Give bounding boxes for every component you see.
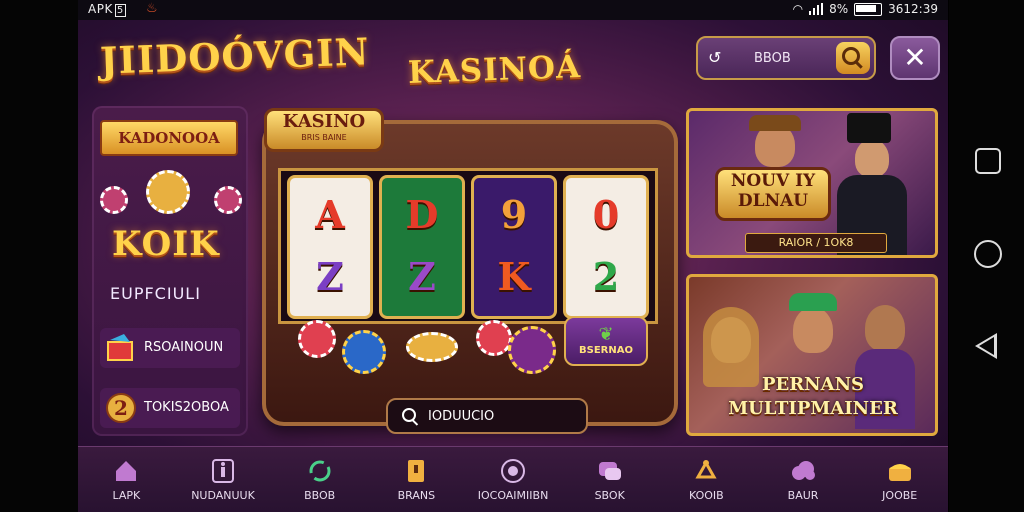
- left-bezel: [0, 0, 78, 512]
- refresh-icon: [309, 460, 331, 482]
- reel-3: 9 K: [471, 175, 557, 319]
- promo-panel: KADONOOA KOIK EUPFCIULI RSOAINOUN 2 TOKI…: [92, 106, 248, 436]
- reel-1: A Z: [287, 175, 373, 319]
- promo-badge[interactable]: KADONOOA: [100, 120, 238, 156]
- promo-row-1-label: RSOAINOUN: [144, 340, 224, 355]
- nav-label: KOOIB: [689, 489, 724, 502]
- back-arrow-icon[interactable]: ↺: [708, 48, 721, 67]
- battery-percent: 8%: [829, 2, 849, 16]
- search-icon: [842, 47, 860, 65]
- nav-label: JOOBE: [882, 489, 918, 502]
- slot-sign-sub: BRIS BAINE: [301, 133, 347, 142]
- game-card-1[interactable]: NOUV IY DLNAU RAIOR / 1OK8: [686, 108, 938, 258]
- nav-item-kooib[interactable]: KOOIB: [658, 447, 755, 512]
- leaf-icon: ❦: [598, 324, 614, 345]
- reel-3-symbol-bottom: K: [497, 254, 531, 299]
- promo-sub-label: EUPFCIULI: [110, 284, 201, 303]
- nav-item-brans[interactable]: BRANS: [368, 447, 465, 512]
- host-figure: [855, 139, 889, 177]
- fire-icon: ♨: [146, 1, 158, 16]
- search-icon: [402, 408, 416, 422]
- nav-label: BBOB: [304, 489, 336, 502]
- status-bar: APK 5 ♨ ◠ 8% 3612:39: [78, 0, 948, 20]
- reel-4-symbol-bottom: 2: [592, 254, 620, 299]
- bottom-nav: LAPK NUDANUUK BBOB BRANS IOCOAIMIIBN SBO…: [78, 446, 948, 512]
- nav-item-joobe[interactable]: JOOBE: [851, 447, 948, 512]
- wifi-icon: ◠: [792, 2, 804, 16]
- nav-label: LAPK: [112, 489, 141, 502]
- slot-sign: KASINO BRIS BAINE: [264, 108, 384, 152]
- app-logo: JIIDOÓVGIN: [99, 29, 371, 83]
- search-bar[interactable]: ↺ BBOB: [696, 36, 876, 80]
- card-1-title: NOUV IY DLNAU: [730, 171, 816, 211]
- nav-item-baur[interactable]: BAUR: [755, 447, 852, 512]
- nav-item-sbok[interactable]: SBOK: [561, 447, 658, 512]
- network-icon: [695, 459, 717, 479]
- game-card-2[interactable]: PERNANS MULTIPMAINER: [686, 274, 938, 436]
- reel-2: D Z: [379, 175, 465, 319]
- slot-sign-title: KASINO: [282, 111, 366, 132]
- promo-row-1[interactable]: RSOAINOUN: [100, 328, 240, 368]
- info-icon: [212, 459, 234, 483]
- clock: 3612:39: [888, 2, 938, 16]
- nav-item-nudanuuk[interactable]: NUDANUUK: [175, 447, 272, 512]
- card-2-title: PERNANS MULTIPMAINER: [728, 374, 898, 419]
- nav-label: BRANS: [397, 489, 436, 502]
- search-input[interactable]: BBOB: [754, 51, 791, 66]
- reel-1-symbol-bottom: Z: [316, 254, 344, 299]
- document-icon: [408, 460, 425, 482]
- svg-text:2: 2: [114, 396, 128, 420]
- battery-icon: [854, 2, 883, 16]
- card-1-subtitle: RAIOR / 1OK8: [745, 233, 887, 253]
- top-hat: [847, 113, 891, 143]
- promo-row-2-label: TOKIS2OBOA: [144, 400, 229, 415]
- gift-icon: [107, 334, 133, 361]
- chest-icon: [888, 464, 911, 481]
- nav-label: IOCOAIMIIBN: [477, 489, 549, 502]
- recent-apps-button[interactable]: [975, 148, 1001, 174]
- reel-3-symbol-top: 9: [500, 192, 528, 237]
- player-hat: [789, 293, 837, 311]
- nav-label: BAUR: [787, 489, 819, 502]
- promo-big-label: KOIK: [112, 224, 220, 264]
- slot-reels[interactable]: A Z D Z 9 K 0 2: [278, 168, 658, 324]
- chat-icon: [598, 462, 621, 480]
- nav-item-lapk[interactable]: LAPK: [78, 447, 175, 512]
- search-button[interactable]: [836, 42, 870, 74]
- nav-label: NUDANUUK: [191, 489, 255, 502]
- reel-2-symbol-top: D: [405, 192, 439, 237]
- player-figure-2: [793, 307, 833, 353]
- close-button[interactable]: ✕: [890, 36, 940, 80]
- nav-label: SBOK: [594, 489, 625, 502]
- status-left-text: APK 5: [88, 2, 126, 17]
- bonus-label: BSERNAO: [579, 345, 633, 356]
- home-button[interactable]: [974, 240, 1002, 268]
- crown-hat: [749, 115, 801, 131]
- target-icon: [501, 459, 526, 483]
- reel-4-symbol-top: 0: [592, 192, 620, 237]
- nav-item-iocoaimiibn[interactable]: IOCOAIMIIBN: [465, 447, 562, 512]
- reel-1-symbol-top: A: [315, 192, 345, 237]
- reel-4: 0 2: [563, 175, 649, 319]
- reel-2-symbol-bottom: Z: [408, 254, 436, 299]
- bonus-button[interactable]: ❦ BSERNAO: [564, 316, 648, 366]
- nav-item-bbob[interactable]: BBOB: [271, 447, 368, 512]
- home-icon: [116, 461, 137, 481]
- slot-search-bar[interactable]: IODUUCIO: [386, 398, 588, 434]
- player-figure-3: [865, 305, 905, 351]
- signal-icon: [809, 3, 824, 15]
- status-app-icon: 5: [114, 4, 126, 17]
- promo-row-2[interactable]: 2 TOKIS2OBOA: [100, 388, 240, 428]
- casino-title: KASINOÁ: [407, 48, 582, 92]
- two-coin-icon: 2: [106, 393, 136, 423]
- casino-app: JIIDOÓVGIN KASINOÁ ↺ BBOB ✕ KADONOOA KOI…: [78, 20, 948, 512]
- slot-search-input[interactable]: IODUUCIO: [428, 409, 494, 424]
- cloud-icon: [792, 461, 816, 480]
- back-button[interactable]: [975, 333, 997, 359]
